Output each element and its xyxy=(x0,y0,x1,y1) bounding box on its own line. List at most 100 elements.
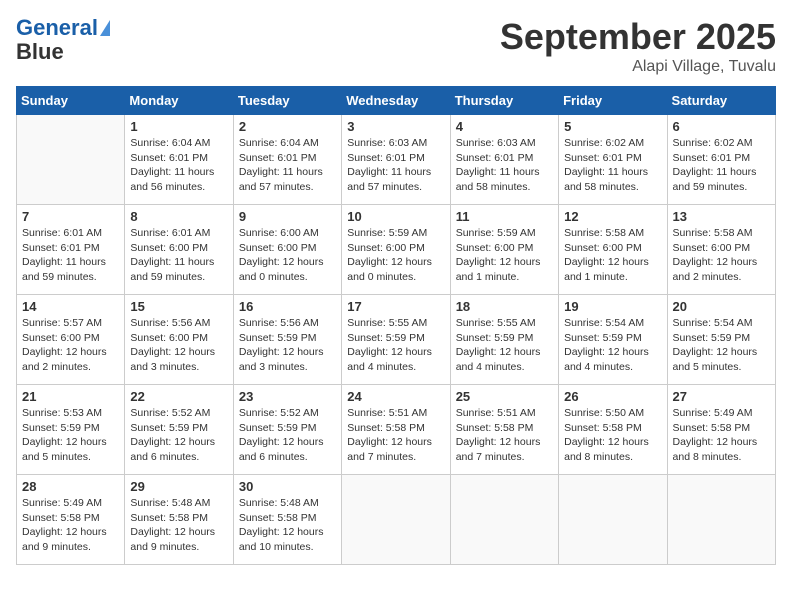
day-info: Sunrise: 5:48 AMSunset: 5:58 PMDaylight:… xyxy=(239,496,336,555)
calendar-cell: 25Sunrise: 5:51 AMSunset: 5:58 PMDayligh… xyxy=(450,385,558,475)
month-title: September 2025 xyxy=(500,16,776,58)
day-info: Sunrise: 6:00 AMSunset: 6:00 PMDaylight:… xyxy=(239,226,336,285)
day-info: Sunrise: 5:56 AMSunset: 6:00 PMDaylight:… xyxy=(130,316,227,375)
day-number: 25 xyxy=(456,389,553,404)
calendar-cell: 30 Sunrise: 5:48 AMSunset: 5:58 PMDayligh… xyxy=(233,475,341,565)
calendar-cell: 4 Sunrise: 6:03 AMSunset: 6:01 PMDaylight… xyxy=(450,115,558,205)
day-number: 18 xyxy=(456,299,553,314)
calendar-cell: 21 Sunrise: 5:53 AMSunset: 5:59 PMDayligh… xyxy=(17,385,125,475)
day-number: 1 xyxy=(130,119,227,134)
day-number: 26 xyxy=(564,389,661,404)
calendar-cell: 5 Sunrise: 6:02 AMSunset: 6:01 PMDaylight… xyxy=(559,115,667,205)
calendar-cell: 14 Sunrise: 5:57 AMSunset: 6:00 PMDayligh… xyxy=(17,295,125,385)
day-info: Sunrise: 5:50 AMSunset: 5:58 PMDaylight:… xyxy=(564,406,661,465)
weekday-header-sunday: Sunday xyxy=(17,87,125,115)
calendar-cell xyxy=(667,475,775,565)
day-info: Sunrise: 5:49 AMSunset: 5:58 PMDaylight:… xyxy=(22,496,119,555)
day-number: 14 xyxy=(22,299,119,314)
week-row-4: 21 Sunrise: 5:53 AMSunset: 5:59 PMDayligh… xyxy=(17,385,776,475)
day-number: 29 xyxy=(130,479,227,494)
logo-triangle-icon xyxy=(100,20,110,36)
calendar-cell: 17 Sunrise: 5:55 AMSunset: 5:59 PMDayligh… xyxy=(342,295,450,385)
calendar-cell: 29 Sunrise: 5:48 AMSunset: 5:58 PMDayligh… xyxy=(125,475,233,565)
day-number: 4 xyxy=(456,119,553,134)
day-number: 12 xyxy=(564,209,661,224)
calendar-cell: 15 Sunrise: 5:56 AMSunset: 6:00 PMDayligh… xyxy=(125,295,233,385)
day-info: Sunrise: 5:53 AMSunset: 5:59 PMDaylight:… xyxy=(22,406,119,465)
day-number: 2 xyxy=(239,119,336,134)
day-info: Sunrise: 6:03 AMSunset: 6:01 PMDaylight:… xyxy=(347,136,444,195)
day-info: Sunrise: 5:59 AMSunset: 6:00 PMDaylight:… xyxy=(347,226,444,285)
day-info: Sunrise: 5:48 AMSunset: 5:58 PMDaylight:… xyxy=(130,496,227,555)
day-number: 21 xyxy=(22,389,119,404)
day-number: 15 xyxy=(130,299,227,314)
day-number: 13 xyxy=(673,209,770,224)
calendar-cell: 12 Sunrise: 5:58 AMSunset: 6:00 PMDayligh… xyxy=(559,205,667,295)
day-info: Sunrise: 5:59 AMSunset: 6:00 PMDaylight:… xyxy=(456,226,553,285)
week-row-5: 28Sunrise: 5:49 AMSunset: 5:58 PMDayligh… xyxy=(17,475,776,565)
day-info: Sunrise: 5:58 AMSunset: 6:00 PMDaylight:… xyxy=(564,226,661,285)
day-number: 5 xyxy=(564,119,661,134)
day-number: 27 xyxy=(673,389,770,404)
day-info: Sunrise: 5:52 AMSunset: 5:59 PMDaylight:… xyxy=(130,406,227,465)
logo-blue: Blue xyxy=(16,40,64,64)
day-number: 8 xyxy=(130,209,227,224)
calendar-cell: 20 Sunrise: 5:54 AMSunset: 5:59 PMDayligh… xyxy=(667,295,775,385)
calendar-cell: 23 Sunrise: 5:52 AMSunset: 5:59 PMDayligh… xyxy=(233,385,341,475)
day-info: Sunrise: 6:03 AMSunset: 6:01 PMDaylight:… xyxy=(456,136,553,195)
calendar-cell: 10Sunrise: 5:59 AMSunset: 6:00 PMDayligh… xyxy=(342,205,450,295)
location-subtitle: Alapi Village, Tuvalu xyxy=(500,58,776,76)
calendar-cell: 24 Sunrise: 5:51 AMSunset: 5:58 PMDayligh… xyxy=(342,385,450,475)
day-number: 20 xyxy=(673,299,770,314)
calendar-cell xyxy=(559,475,667,565)
day-info: Sunrise: 5:55 AMSunset: 5:59 PMDaylight:… xyxy=(456,316,553,375)
weekday-header-thursday: Thursday xyxy=(450,87,558,115)
day-info: Sunrise: 5:54 AMSunset: 5:59 PMDaylight:… xyxy=(564,316,661,375)
day-info: Sunrise: 5:56 AMSunset: 5:59 PMDaylight:… xyxy=(239,316,336,375)
calendar-cell: 16 Sunrise: 5:56 AMSunset: 5:59 PMDayligh… xyxy=(233,295,341,385)
day-info: Sunrise: 6:02 AMSunset: 6:01 PMDaylight:… xyxy=(564,136,661,195)
calendar-cell: 13 Sunrise: 5:58 AMSunset: 6:00 PMDayligh… xyxy=(667,205,775,295)
week-row-3: 14 Sunrise: 5:57 AMSunset: 6:00 PMDayligh… xyxy=(17,295,776,385)
calendar-cell: 18 Sunrise: 5:55 AMSunset: 5:59 PMDayligh… xyxy=(450,295,558,385)
calendar-cell xyxy=(342,475,450,565)
day-number: 19 xyxy=(564,299,661,314)
weekday-header-friday: Friday xyxy=(559,87,667,115)
day-info: Sunrise: 5:52 AMSunset: 5:59 PMDaylight:… xyxy=(239,406,336,465)
day-info: Sunrise: 5:55 AMSunset: 5:59 PMDaylight:… xyxy=(347,316,444,375)
day-number: 23 xyxy=(239,389,336,404)
day-number: 11 xyxy=(456,209,553,224)
logo-general: General xyxy=(16,16,98,40)
week-row-2: 7Sunrise: 6:01 AMSunset: 6:01 PMDaylight… xyxy=(17,205,776,295)
day-number: 6 xyxy=(673,119,770,134)
calendar-cell: 19 Sunrise: 5:54 AMSunset: 5:59 PMDayligh… xyxy=(559,295,667,385)
title-block: September 2025 Alapi Village, Tuvalu xyxy=(500,16,776,76)
calendar-cell: 26 Sunrise: 5:50 AMSunset: 5:58 PMDayligh… xyxy=(559,385,667,475)
day-info: Sunrise: 5:58 AMSunset: 6:00 PMDaylight:… xyxy=(673,226,770,285)
day-number: 30 xyxy=(239,479,336,494)
page-header: General Blue September 2025 Alapi Villag… xyxy=(16,16,776,76)
calendar-cell: 7Sunrise: 6:01 AMSunset: 6:01 PMDaylight… xyxy=(17,205,125,295)
logo: General Blue xyxy=(16,16,110,64)
day-number: 16 xyxy=(239,299,336,314)
day-info: Sunrise: 5:57 AMSunset: 6:00 PMDaylight:… xyxy=(22,316,119,375)
day-number: 9 xyxy=(239,209,336,224)
day-info: Sunrise: 5:49 AMSunset: 5:58 PMDaylight:… xyxy=(673,406,770,465)
calendar-cell: 28Sunrise: 5:49 AMSunset: 5:58 PMDayligh… xyxy=(17,475,125,565)
day-number: 17 xyxy=(347,299,444,314)
calendar-cell xyxy=(450,475,558,565)
week-row-1: 1 Sunrise: 6:04 AMSunset: 6:01 PMDaylight… xyxy=(17,115,776,205)
day-number: 3 xyxy=(347,119,444,134)
day-number: 7 xyxy=(22,209,119,224)
day-info: Sunrise: 5:51 AMSunset: 5:58 PMDaylight:… xyxy=(347,406,444,465)
day-number: 24 xyxy=(347,389,444,404)
calendar-cell: 6 Sunrise: 6:02 AMSunset: 6:01 PMDaylight… xyxy=(667,115,775,205)
weekday-header-tuesday: Tuesday xyxy=(233,87,341,115)
day-info: Sunrise: 6:04 AMSunset: 6:01 PMDaylight:… xyxy=(239,136,336,195)
day-info: Sunrise: 5:54 AMSunset: 5:59 PMDaylight:… xyxy=(673,316,770,375)
weekday-header-wednesday: Wednesday xyxy=(342,87,450,115)
weekday-header-row: SundayMondayTuesdayWednesdayThursdayFrid… xyxy=(17,87,776,115)
calendar-table: SundayMondayTuesdayWednesdayThursdayFrid… xyxy=(16,86,776,565)
day-info: Sunrise: 6:02 AMSunset: 6:01 PMDaylight:… xyxy=(673,136,770,195)
calendar-cell: 2 Sunrise: 6:04 AMSunset: 6:01 PMDaylight… xyxy=(233,115,341,205)
